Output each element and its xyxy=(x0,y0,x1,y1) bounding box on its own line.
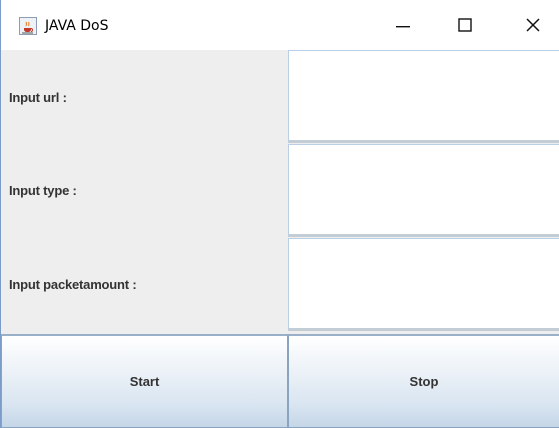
type-label: Input type : xyxy=(9,183,77,198)
packetamount-input[interactable] xyxy=(288,238,559,331)
minimize-button[interactable] xyxy=(373,0,433,50)
minimize-icon xyxy=(396,26,410,28)
window-title: JAVA DoS xyxy=(45,18,109,34)
title-bar[interactable]: JAVA DoS xyxy=(1,0,559,50)
type-input[interactable] xyxy=(288,144,559,237)
close-icon xyxy=(526,18,540,32)
label-panel: Input url : Input type : Input packetamo… xyxy=(1,50,287,334)
close-button[interactable] xyxy=(503,0,559,50)
maximize-icon xyxy=(458,18,472,32)
stop-button[interactable]: Stop xyxy=(288,334,559,428)
stop-button-label: Stop xyxy=(409,374,439,389)
java-cup-icon xyxy=(19,17,37,35)
start-button[interactable]: Start xyxy=(1,334,288,428)
app-window: JAVA DoS Input url : Input type : Input … xyxy=(0,0,559,428)
packetamount-label: Input packetamount : xyxy=(9,277,137,292)
start-button-label: Start xyxy=(129,374,160,389)
maximize-button[interactable] xyxy=(435,0,495,50)
url-label: Input url : xyxy=(9,90,67,105)
url-input[interactable] xyxy=(288,50,559,143)
